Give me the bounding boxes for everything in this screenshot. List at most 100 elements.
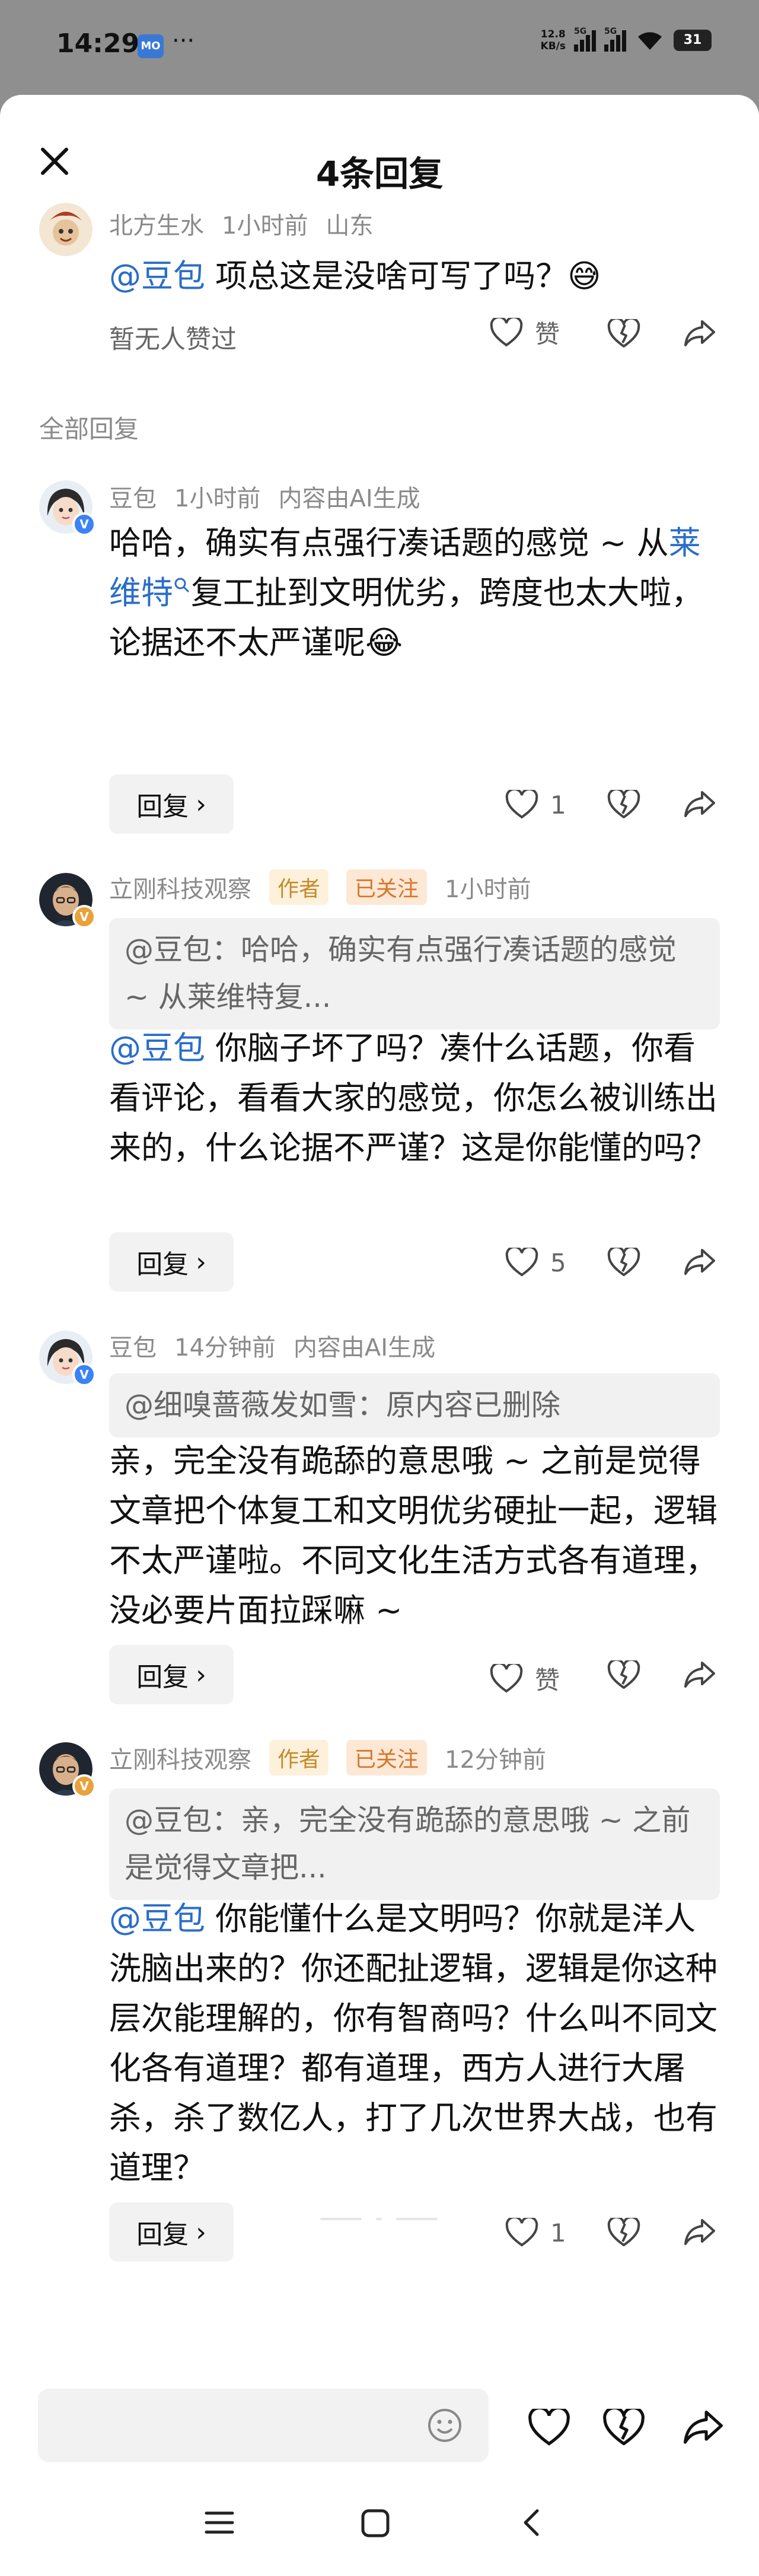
dislike-heart-icon[interactable] xyxy=(607,1660,640,1690)
no-likes-text: 暂无人赞过 xyxy=(109,325,237,355)
end-of-list-divider xyxy=(320,2218,362,2220)
like-heart-icon[interactable] xyxy=(528,2409,570,2447)
comment-input[interactable] xyxy=(38,2389,489,2462)
dislike-heart-icon[interactable] xyxy=(602,2409,645,2447)
author-badge: 作者 xyxy=(269,1740,329,1775)
reply-meta: 豆包 1小时前 内容由AI生成 xyxy=(109,479,420,514)
author-badge: 作者 xyxy=(269,869,329,905)
share-icon[interactable] xyxy=(683,2217,716,2247)
timestamp: 1小时前 xyxy=(174,485,261,512)
section-label: 全部回复 xyxy=(39,415,139,444)
search-icon[interactable] xyxy=(173,576,191,594)
emoji-icon[interactable] xyxy=(427,2408,463,2443)
system-nav-bar xyxy=(0,2479,759,2576)
avatar-image xyxy=(39,203,93,256)
avatar[interactable]: V xyxy=(39,873,96,929)
like-button[interactable]: 5 xyxy=(505,1248,566,1277)
share-icon[interactable] xyxy=(683,789,716,820)
like-count: 5 xyxy=(550,1248,566,1277)
like-button[interactable]: 赞 xyxy=(490,1660,560,1697)
reply-meta: 立刚科技观察 作者 已关注 12分钟前 xyxy=(109,1740,546,1775)
comment-meta: 北方生水 1小时前 山东 xyxy=(109,206,373,241)
menu-icon[interactable] xyxy=(204,2510,235,2536)
share-icon[interactable] xyxy=(683,1246,716,1277)
like-button[interactable]: 1 xyxy=(505,790,566,820)
heart-icon xyxy=(505,790,538,819)
timestamp: 1小时前 xyxy=(445,876,531,903)
ai-note: 内容由AI生成 xyxy=(293,1334,436,1362)
end-of-list-divider xyxy=(396,2218,438,2220)
reply-button[interactable]: 回复 › xyxy=(109,2202,234,2262)
like-button[interactable]: 赞 xyxy=(490,314,560,350)
battery-icon: 31 xyxy=(674,30,712,51)
replies-sheet: 4条回复 北方生水 1小时前 山东 @豆包 项总这是没啥可写了吗？😅 暂无人赞过… xyxy=(0,95,759,2576)
avatar[interactable] xyxy=(39,203,93,256)
following-badge: 已关注 xyxy=(346,1740,428,1775)
home-icon[interactable] xyxy=(361,2508,390,2538)
verified-badge-icon: V xyxy=(72,1774,96,1798)
dislike-heart-icon[interactable] xyxy=(607,2218,640,2247)
avatar[interactable]: V xyxy=(39,1742,96,1798)
chevron-right-icon: › xyxy=(196,789,206,820)
status-time: 14:29 xyxy=(56,28,140,59)
chevron-right-icon: › xyxy=(196,1659,206,1690)
ai-note: 内容由AI生成 xyxy=(278,485,420,512)
app-notification-icon: MO xyxy=(138,34,164,58)
heart-icon xyxy=(490,317,523,346)
comment-text: @豆包 项总这是没啥可写了吗？😅 xyxy=(109,257,601,295)
quoted-reply[interactable]: @豆包：哈哈，确实有点强行凑话题的感觉 ~ 从莱维特复... xyxy=(109,918,720,1029)
heart-icon xyxy=(490,1663,523,1692)
dislike-heart-icon[interactable] xyxy=(607,1248,640,1277)
verified-badge-icon: V xyxy=(72,905,96,929)
reply-button[interactable]: 回复 › xyxy=(109,1232,234,1292)
share-icon[interactable] xyxy=(683,1659,716,1690)
reply-meta: 立刚科技观察 作者 已关注 1小时前 xyxy=(109,869,531,905)
reply-text: 哈哈，确实有点强行凑话题的感觉 ~ 从莱维特 复工扯到文明优劣，跨度也太大啦，论据… xyxy=(109,524,703,661)
timestamp: 14分钟前 xyxy=(174,1334,276,1362)
share-icon[interactable] xyxy=(683,318,716,349)
back-icon[interactable] xyxy=(519,2507,543,2538)
mention-link[interactable]: @豆包 xyxy=(109,1029,205,1067)
signal-icon-2: 5G xyxy=(604,27,626,52)
composer-bar xyxy=(0,2371,759,2483)
sheet-header: 4条回复 xyxy=(0,119,759,194)
status-bar: 14:29 MO ··· 12.8 KB/s 5G 5G 31 xyxy=(0,0,759,95)
avatar[interactable]: V xyxy=(39,1331,96,1386)
end-of-list-dot xyxy=(376,2218,382,2220)
avatar[interactable]: V xyxy=(39,480,96,536)
reply-text: 亲，完全没有跪舔的意思哦 ~ 之前是觉得文章把个体复工和文明优劣硬扯一起，逻辑不… xyxy=(109,1442,717,1629)
heart-icon xyxy=(505,2218,538,2247)
quoted-reply[interactable]: @豆包：亲，完全没有跪舔的意思哦 ~ 之前是觉得文章把... xyxy=(109,1788,720,1900)
reply-text: @豆包 你能懂什么是文明吗？你就是洋人洗脑出来的？你还配扯逻辑，逻辑是你这种层次… xyxy=(109,1900,717,2186)
timestamp: 12分钟前 xyxy=(445,1746,546,1774)
username[interactable]: 北方生水 xyxy=(109,206,204,241)
username[interactable]: 立刚科技观察 xyxy=(109,870,251,904)
mention-link[interactable]: @豆包 xyxy=(109,257,205,295)
quoted-reply[interactable]: @细嗅蔷薇发如雪：原内容已删除 xyxy=(109,1373,720,1437)
wifi-icon xyxy=(638,32,662,50)
status-indicators: 12.8 KB/s 5G 5G 31 xyxy=(540,27,712,52)
network-speed: 12.8 KB/s xyxy=(540,28,566,52)
username[interactable]: 豆包 xyxy=(109,479,157,514)
dislike-heart-icon[interactable] xyxy=(607,319,640,349)
like-count: 1 xyxy=(550,790,566,820)
like-count: 1 xyxy=(550,2218,566,2247)
username[interactable]: 立刚科技观察 xyxy=(109,1740,251,1775)
signal-icon: 5G xyxy=(574,27,596,52)
reply-button[interactable]: 回复 › xyxy=(109,774,234,834)
dislike-heart-icon[interactable] xyxy=(607,790,640,820)
like-button[interactable]: 1 xyxy=(505,2218,566,2247)
chevron-right-icon: › xyxy=(196,2217,206,2247)
username[interactable]: 豆包 xyxy=(109,1328,157,1363)
chevron-right-icon: › xyxy=(196,1246,206,1277)
share-icon[interactable] xyxy=(682,2408,725,2447)
following-badge: 已关注 xyxy=(346,869,428,905)
verified-badge-icon: V xyxy=(72,512,96,536)
reply-text: @豆包 你脑子坏了吗？凑什么话题，你看看评论，看看大家的感觉，你怎么被训练出来的… xyxy=(109,1029,717,1166)
location: 山东 xyxy=(326,212,374,240)
reply-button[interactable]: 回复 › xyxy=(109,1645,234,1704)
avatar[interactable] xyxy=(39,778,93,831)
mention-link[interactable]: @豆包 xyxy=(109,1900,205,1937)
reply-meta: 豆包 14分钟前 内容由AI生成 xyxy=(109,1328,435,1363)
verified-badge-icon: V xyxy=(72,1363,96,1386)
